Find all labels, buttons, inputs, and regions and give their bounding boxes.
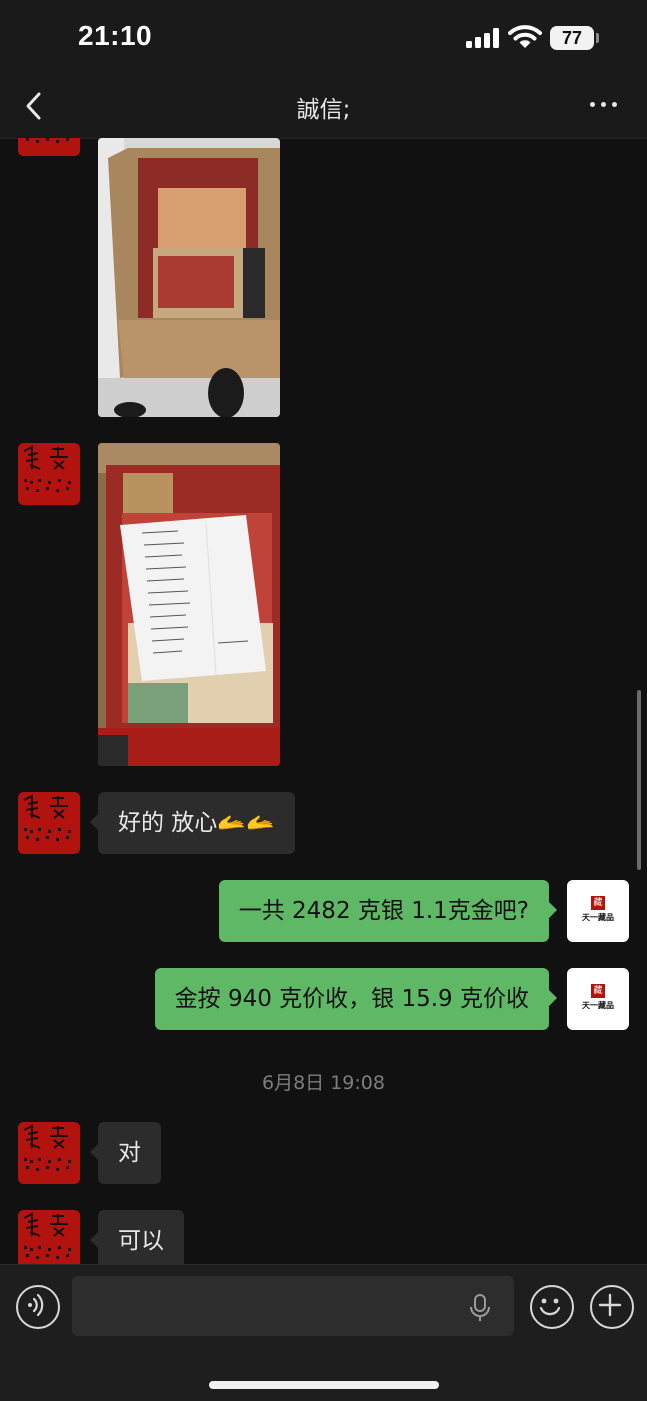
shop-logo-seal: 藏 <box>591 896 605 910</box>
home-indicator[interactable] <box>209 1381 439 1389</box>
status-bar: 21:10 77 <box>0 0 647 76</box>
shop-logo-text: 天一藏品 <box>582 1001 614 1010</box>
scrollbar-thumb[interactable] <box>637 690 641 870</box>
message-incoming-1: 好的 放心🫴🫴 <box>0 792 647 854</box>
more-actions-button[interactable] <box>590 1285 634 1329</box>
wifi-icon <box>508 25 542 48</box>
message-bubble[interactable]: 好的 放心🫴🫴 <box>90 792 295 854</box>
smiley-icon <box>539 1298 561 1316</box>
chat-title: 誠信; <box>296 97 351 123</box>
photo-box-of-albums[interactable] <box>98 138 280 417</box>
message-input-bar <box>0 1264 647 1401</box>
message-bubble[interactable]: 金按 940 克价收，银 15.9 克价收 <box>154 968 558 1030</box>
battery-icon: 77 <box>550 26 594 50</box>
battery-nub <box>596 33 599 43</box>
message-text-input[interactable] <box>72 1276 514 1336</box>
message-timestamp: 6月8日 19:08 <box>262 1072 385 1094</box>
sender-avatar[interactable] <box>18 138 80 156</box>
more-options-icon[interactable] <box>586 98 622 110</box>
shop-logo-seal: 藏 <box>591 984 605 998</box>
message-image-2 <box>0 443 647 768</box>
emoji-button[interactable] <box>530 1285 574 1329</box>
message-outgoing-1: 一共 2482 克银 1.1克金吧? 藏 天一藏品 <box>0 880 647 942</box>
chat-message-list[interactable]: 好的 放心🫴🫴 一共 2482 克银 1.1克金吧? 藏 天一藏品 金按 940… <box>0 138 647 1264</box>
sender-avatar[interactable] <box>18 792 80 854</box>
voice-input-button[interactable] <box>16 1285 60 1329</box>
message-image-1 <box>0 138 647 418</box>
message-bubble[interactable]: 一共 2482 克银 1.1克金吧? <box>218 880 558 942</box>
voice-wave-icon <box>28 1293 44 1317</box>
plus-icon <box>598 1293 622 1317</box>
chat-header: 誠信; <box>0 76 647 139</box>
message-bubble[interactable]: 对 <box>90 1122 161 1184</box>
sender-avatar[interactable] <box>18 1210 80 1264</box>
photo-handwritten-list[interactable] <box>98 443 280 766</box>
message-incoming-3: 可以 <box>0 1210 647 1264</box>
sender-avatar[interactable] <box>18 1122 80 1184</box>
message-incoming-2: 对 <box>0 1122 647 1184</box>
self-avatar[interactable]: 藏 天一藏品 <box>567 880 629 942</box>
shop-logo-text: 天一藏品 <box>582 913 614 922</box>
status-time: 21:10 <box>78 20 153 51</box>
microphone-icon[interactable] <box>468 1293 492 1323</box>
message-bubble[interactable]: 可以 <box>90 1210 184 1264</box>
self-avatar[interactable]: 藏 天一藏品 <box>567 968 629 1030</box>
cellular-signal-icon <box>466 28 500 48</box>
message-outgoing-2: 金按 940 克价收，银 15.9 克价收 藏 天一藏品 <box>0 968 647 1030</box>
sender-avatar[interactable] <box>18 443 80 505</box>
